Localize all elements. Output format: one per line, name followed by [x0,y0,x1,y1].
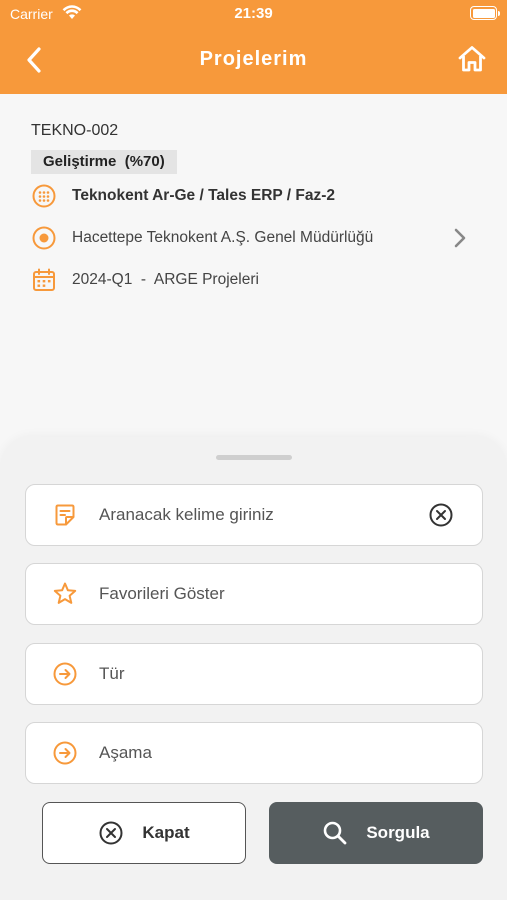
calendar-icon [31,267,57,293]
phase-badge: Geliştirme (%70) [31,150,177,174]
clock: 21:39 [234,5,273,22]
note-icon [52,502,78,528]
stage-select[interactable]: Aşama [25,722,483,784]
clear-circle-icon [428,502,454,533]
project-path: Teknokent Ar-Ge / Tales ERP / Faz-2 [72,187,336,204]
status-bar: Carrier 21:39 [0,0,507,28]
detail-row-project: Teknokent Ar-Ge / Tales ERP / Faz-2 [31,182,481,210]
detail-row-period: 2024-Q1 - ARGE Projeleri [31,266,481,294]
home-icon [457,44,487,79]
filter-sheet: Favorileri Göster Tür Aşama Kapat [0,437,507,900]
arrow-circle-icon [52,661,78,687]
type-select[interactable]: Tür [25,643,483,705]
query-button-label: Sorgula [366,823,430,842]
query-button[interactable]: Sorgula [269,802,483,864]
project-code: TEKNO-002 [31,122,119,139]
type-label: Tür [99,664,125,683]
arrow-circle-icon [52,740,78,766]
close-circle-icon [98,820,124,846]
target-circle-icon [31,225,57,251]
favorites-label: Favorileri Göster [99,584,225,603]
search-icon [322,820,348,846]
clear-search-button[interactable] [428,502,454,528]
favorites-toggle[interactable]: Favorileri Göster [25,563,483,625]
search-input[interactable] [99,497,419,533]
navigation-bar: Projelerim [0,28,507,94]
stage-label: Aşama [99,743,152,762]
organization-name: Hacettepe Teknokent A.Ş. Genel Müdürlüğü [72,229,374,246]
sheet-drag-handle[interactable] [216,455,292,460]
battery-icon [470,6,500,20]
chevron-right-icon [449,226,471,250]
close-button[interactable]: Kapat [42,802,246,864]
home-button[interactable] [457,44,487,74]
top-bar: Carrier 21:39 Projelerim [0,0,507,94]
search-field [25,484,483,546]
period-label: 2024-Q1 - ARGE Projeleri [72,271,259,288]
detail-row-organization[interactable]: Hacettepe Teknokent A.Ş. Genel Müdürlüğü [31,224,481,252]
page-title: Projelerim [199,48,308,70]
star-icon [52,581,78,607]
close-button-label: Kapat [142,823,190,842]
grid-circle-icon [31,183,57,209]
